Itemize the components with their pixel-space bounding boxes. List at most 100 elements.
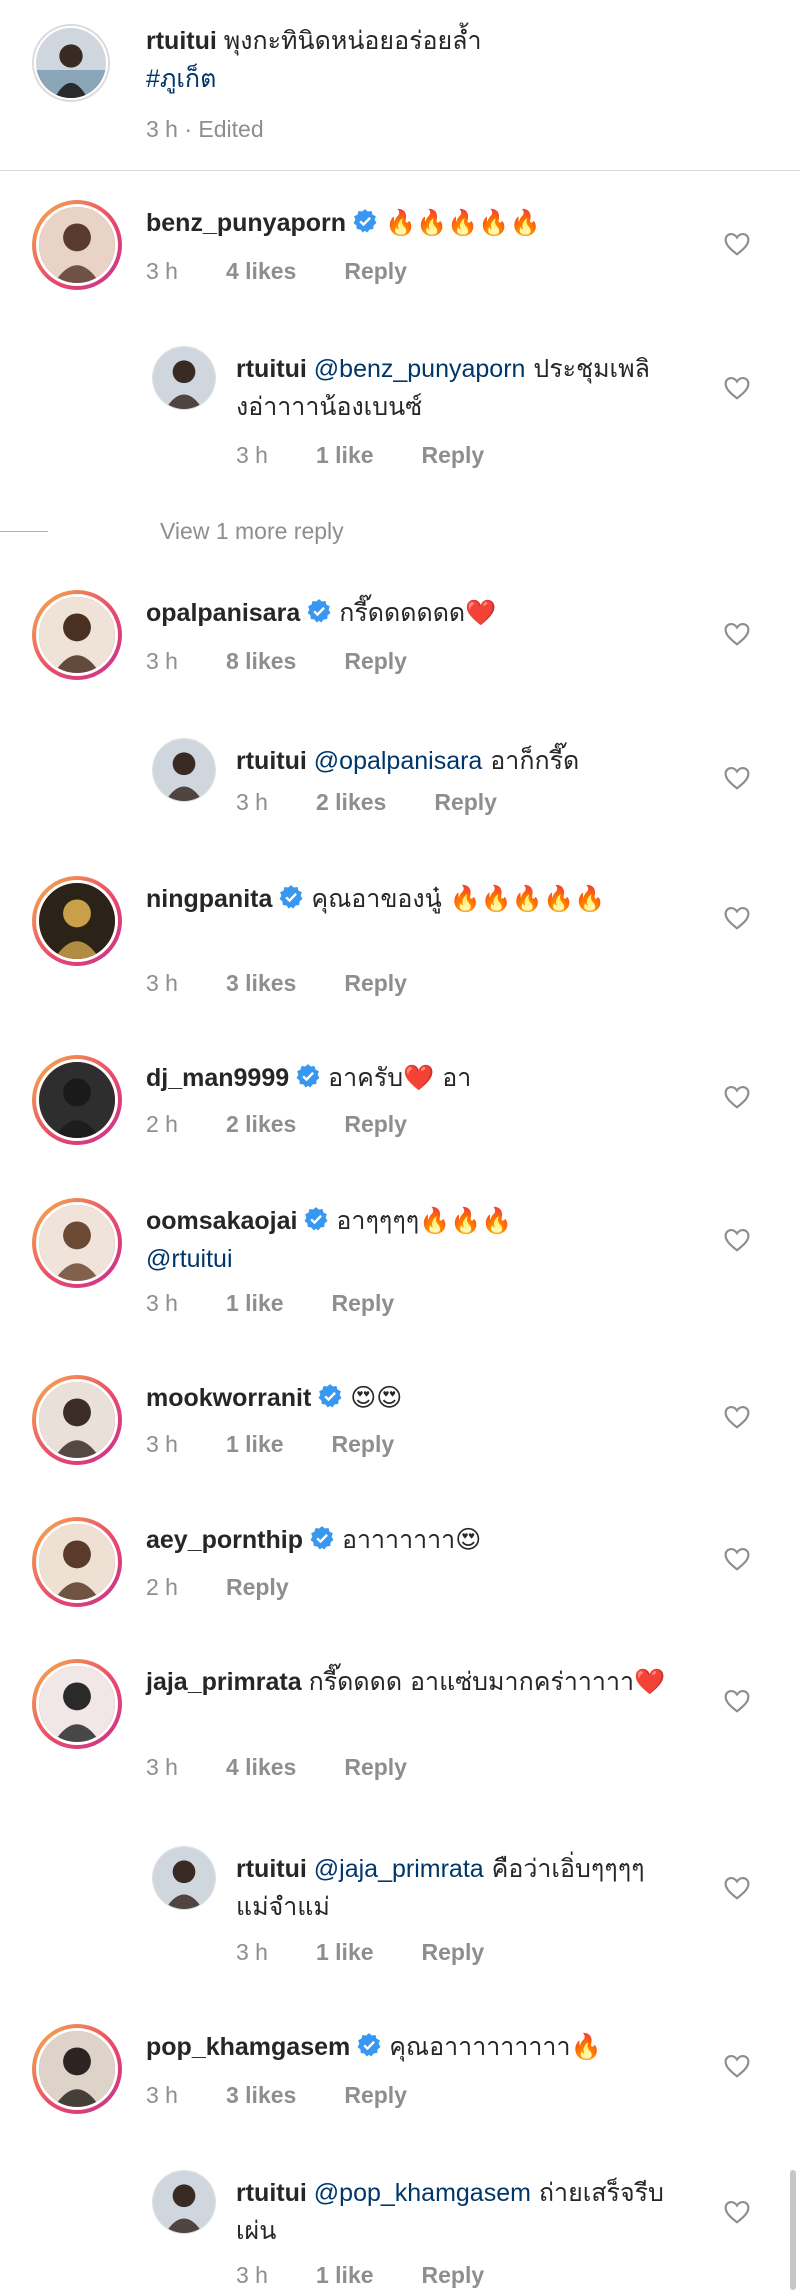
comment-time: 3 h	[146, 2082, 178, 2108]
comment-time: 3 h	[146, 258, 178, 284]
comment-meta: 3 h 1 like Reply	[146, 1290, 442, 1317]
comment-time: 2 h	[146, 1111, 178, 1137]
mention-link[interactable]: @jaja_primrata	[314, 1855, 484, 1883]
likes-count[interactable]: 1 like	[316, 442, 374, 468]
heart-icon[interactable]	[724, 1085, 750, 1109]
mention-link[interactable]: @opalpanisara	[314, 747, 483, 775]
reply-button[interactable]: Reply	[422, 442, 485, 468]
reply-button[interactable]: Reply	[434, 789, 497, 815]
heart-icon[interactable]	[724, 1405, 750, 1429]
avatar[interactable]	[32, 1659, 122, 1749]
heart-icon[interactable]	[724, 2054, 750, 2078]
scrollbar[interactable]	[790, 2170, 796, 2290]
avatar[interactable]	[32, 1375, 122, 1465]
avatar[interactable]	[152, 346, 216, 410]
comment-username[interactable]: rtuitui	[236, 2179, 307, 2207]
avatar[interactable]	[32, 590, 122, 680]
likes-count[interactable]: 8 likes	[226, 648, 296, 674]
verified-badge-icon	[303, 1205, 329, 1231]
likes-count[interactable]: 2 likes	[226, 1111, 296, 1137]
likes-count[interactable]: 1 like	[316, 1939, 374, 1965]
comment-username[interactable]: jaja_primrata	[146, 1668, 302, 1696]
comment-meta: 3 h 1 like Reply	[146, 1431, 442, 1458]
reply-button[interactable]: Reply	[422, 2262, 485, 2288]
avatar[interactable]	[32, 200, 122, 290]
hashtag-link[interactable]: #ภูเก็ต	[146, 65, 216, 93]
reply-button[interactable]: Reply	[332, 1290, 395, 1316]
comment-username[interactable]: ningpanita	[146, 885, 272, 913]
likes-count[interactable]: 3 likes	[226, 970, 296, 996]
avatar[interactable]	[32, 24, 110, 102]
comment-username[interactable]: rtuitui	[236, 355, 307, 383]
likes-count[interactable]: 1 like	[226, 1290, 284, 1316]
comment-body: benz_punyaporn 🔥🔥🔥🔥🔥	[146, 204, 666, 242]
avatar[interactable]	[152, 1846, 216, 1910]
reply-button[interactable]: Reply	[344, 2082, 407, 2108]
comment-meta: 3 h 3 likes Reply	[146, 970, 455, 997]
comment-time: 3 h	[236, 2262, 268, 2288]
comment-meta: 2 h Reply	[146, 1574, 337, 1601]
mention-link[interactable]: @rtuitui	[146, 1245, 233, 1273]
comment-time: 3 h	[236, 1939, 268, 1965]
likes-count[interactable]: 3 likes	[226, 2082, 296, 2108]
heart-icon[interactable]	[724, 232, 750, 256]
reply-button[interactable]: Reply	[422, 1939, 485, 1965]
heart-icon[interactable]	[724, 906, 750, 930]
comment-text: อาก็กรี๊ด	[482, 746, 580, 775]
avatar[interactable]	[32, 876, 122, 966]
caption-username[interactable]: rtuitui	[146, 27, 217, 55]
avatar[interactable]	[152, 2170, 216, 2234]
comment-time: 3 h	[146, 648, 178, 674]
likes-count[interactable]: 2 likes	[316, 789, 386, 815]
reply-button[interactable]: Reply	[344, 970, 407, 996]
likes-count[interactable]: 4 likes	[226, 1754, 296, 1780]
heart-icon[interactable]	[724, 376, 750, 400]
divider	[0, 170, 800, 171]
heart-icon[interactable]	[724, 1547, 750, 1571]
comment-text: คุณอาาาาาาาาา🔥	[389, 2032, 602, 2061]
verified-badge-icon	[309, 1524, 335, 1550]
reply-button[interactable]: Reply	[226, 1574, 289, 1600]
comment-username[interactable]: benz_punyaporn	[146, 209, 346, 237]
comment-text: กรี๊ดดดด อาแซ่บมากคร่าาาาา❤️	[308, 1667, 666, 1696]
heart-icon[interactable]	[724, 1689, 750, 1713]
likes-count[interactable]: 1 like	[316, 2262, 374, 2288]
avatar[interactable]	[32, 1055, 122, 1145]
avatar[interactable]	[32, 1198, 122, 1288]
comment-username[interactable]: opalpanisara	[146, 599, 300, 627]
verified-badge-icon	[278, 883, 304, 909]
comment-meta: 3 h 2 likes Reply	[236, 789, 545, 816]
mention-link[interactable]: @benz_punyaporn	[314, 355, 526, 383]
reply-button[interactable]: Reply	[344, 648, 407, 674]
comment-username[interactable]: mookworranit	[146, 1384, 311, 1412]
comment-username[interactable]: dj_man9999	[146, 1064, 289, 1092]
reply-button[interactable]: Reply	[332, 1431, 395, 1457]
mention-link[interactable]: @pop_khamgasem	[314, 2179, 531, 2207]
heart-icon[interactable]	[724, 2200, 750, 2224]
comment-meta: 3 h 1 like Reply	[236, 1939, 532, 1966]
caption-meta: 3 h · Edited	[146, 116, 264, 142]
likes-count[interactable]: 4 likes	[226, 258, 296, 284]
comment-username[interactable]: rtuitui	[236, 1855, 307, 1883]
comment-body: rtuitui @pop_khamgasem ถ่ายเสร็จรีบเผ่น	[236, 2174, 666, 2250]
heart-icon[interactable]	[724, 1228, 750, 1252]
comment-username[interactable]: aey_pornthip	[146, 1526, 303, 1554]
heart-icon[interactable]	[724, 622, 750, 646]
view-more-replies[interactable]: View 1 more reply	[0, 518, 344, 545]
comment-meta: 3 h 3 likes Reply	[146, 2082, 455, 2109]
reply-button[interactable]: Reply	[344, 1111, 407, 1137]
avatar[interactable]	[32, 1517, 122, 1607]
reply-button[interactable]: Reply	[344, 258, 407, 284]
comment-username[interactable]: rtuitui	[236, 747, 307, 775]
avatar[interactable]	[152, 738, 216, 802]
comment-meta: 3 h 4 likes Reply	[146, 1754, 455, 1781]
heart-icon[interactable]	[724, 766, 750, 790]
comment-username[interactable]: oomsakaojai	[146, 1207, 297, 1235]
comment-text: อาครับ❤️ อา	[328, 1063, 472, 1092]
avatar[interactable]	[32, 2024, 122, 2114]
comment-username[interactable]: pop_khamgasem	[146, 2033, 350, 2061]
reply-button[interactable]: Reply	[344, 1754, 407, 1780]
likes-count[interactable]: 1 like	[226, 1431, 284, 1457]
verified-badge-icon	[352, 207, 378, 233]
heart-icon[interactable]	[724, 1876, 750, 1900]
